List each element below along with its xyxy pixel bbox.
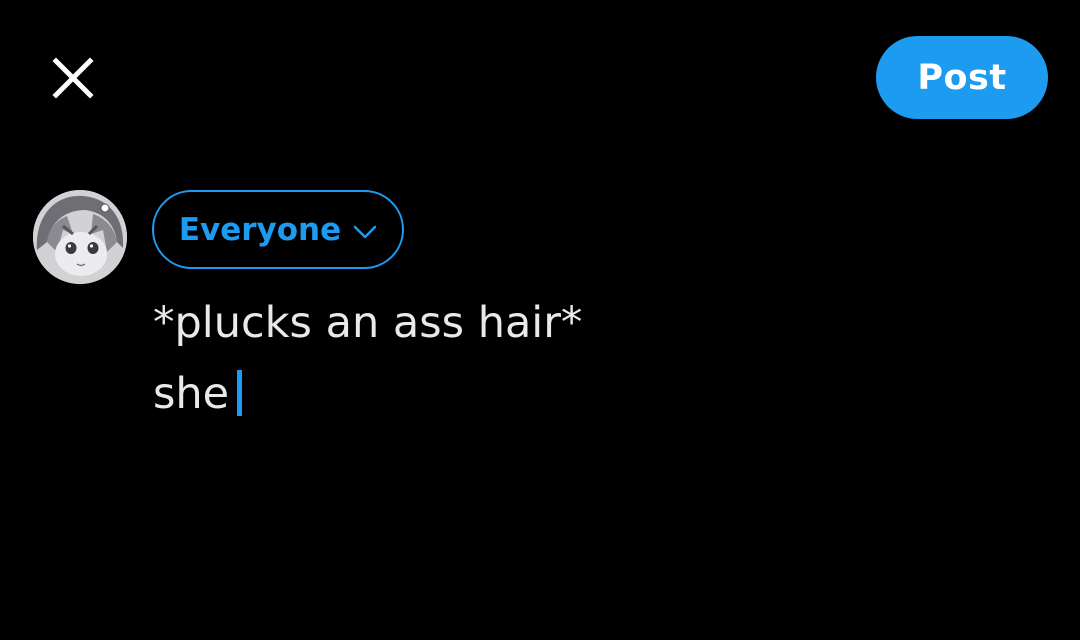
post-text-input[interactable]: *plucks an ass hair* she <box>153 288 1033 430</box>
audience-selector[interactable]: Everyone <box>152 190 404 269</box>
audience-label: Everyone <box>178 211 342 248</box>
close-icon <box>51 56 95 100</box>
post-button[interactable]: Post <box>876 36 1048 119</box>
text-line-2-content: she <box>153 369 230 419</box>
avatar[interactable] <box>33 190 127 284</box>
close-button[interactable] <box>44 49 102 107</box>
text-cursor <box>237 370 243 416</box>
chevron-down-icon <box>353 221 377 239</box>
text-line-1: *plucks an ass hair* <box>153 298 583 348</box>
text-line-2: she <box>153 359 1033 430</box>
